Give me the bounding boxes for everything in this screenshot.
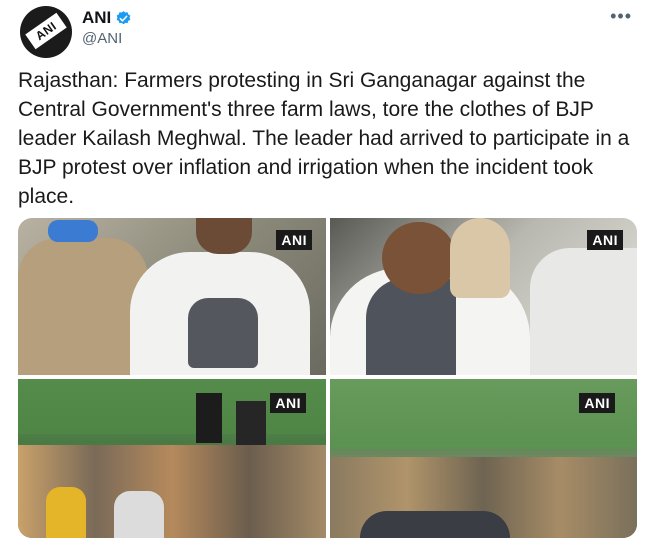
flag-shape: [196, 393, 222, 443]
bystander-figure: [530, 248, 637, 375]
more-horizontal-icon[interactable]: •••: [610, 6, 632, 27]
watermark-ani: ANI: [270, 393, 306, 413]
avatar[interactable]: ANI: [20, 6, 72, 58]
head-shape: [196, 218, 252, 254]
avatar-logo-text: ANI: [25, 12, 67, 50]
account-handle[interactable]: @ANI: [82, 30, 122, 47]
account-name[interactable]: ANI: [82, 8, 111, 28]
watermark-ani: ANI: [276, 230, 312, 250]
head-shape: [382, 222, 456, 294]
verified-badge-icon: [116, 10, 131, 24]
torn-vest-shape: [188, 298, 258, 368]
watermark-ani: ANI: [579, 393, 615, 413]
tweet-header: ANI ANI @ANI •••: [16, 6, 636, 58]
vehicle-shape: [360, 511, 510, 538]
trees-shape: [330, 379, 637, 449]
photo-crowd-left[interactable]: ANI: [18, 379, 326, 538]
mask-shape: [48, 220, 98, 242]
bystander-figure: [450, 218, 510, 298]
person-white-shirt: [114, 491, 164, 538]
person-yellow-shirt: [46, 487, 86, 538]
flag-shape: [236, 401, 266, 449]
police-figure: [18, 238, 148, 375]
photo-crowd-right[interactable]: ANI: [330, 379, 637, 538]
photo-leader-with-police[interactable]: ANI: [18, 218, 326, 375]
media-grid: ANI ANI ANI ANI: [18, 218, 637, 538]
tweet-text: Rajasthan: Farmers protesting in Sri Gan…: [18, 69, 630, 208]
photo-leader-torn-shirt[interactable]: ANI: [330, 218, 637, 375]
account-name-row[interactable]: ANI: [82, 8, 132, 28]
watermark-ani: ANI: [587, 230, 623, 250]
